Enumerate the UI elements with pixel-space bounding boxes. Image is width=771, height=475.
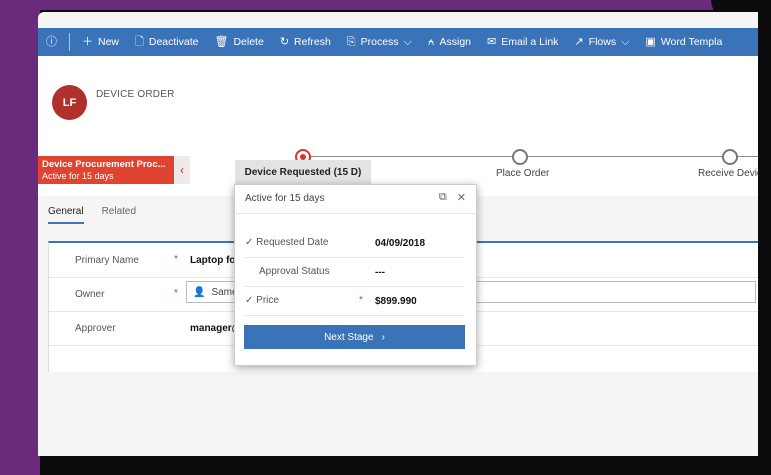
assign-icon: ⍲ bbox=[427, 35, 435, 48]
delete-button[interactable]: 🗑 Delete bbox=[206, 36, 271, 48]
new-label: New bbox=[98, 36, 120, 48]
record-info-icon[interactable]: ⓘ bbox=[38, 36, 65, 48]
record-header: LF DEVICE ORDER bbox=[38, 56, 758, 156]
email-link-button[interactable]: ✉ Email a Link bbox=[479, 36, 566, 48]
word-template-icon: ▣ bbox=[645, 35, 656, 48]
empty-area bbox=[38, 372, 758, 456]
refresh-label: Refresh bbox=[294, 36, 331, 48]
word-template-button[interactable]: ▣ Word Templa bbox=[637, 36, 730, 48]
approval-status-field[interactable]: --- bbox=[375, 267, 385, 278]
price-label: ✓ Price bbox=[245, 295, 279, 306]
stage-indicator-place-order[interactable] bbox=[512, 149, 528, 165]
flyout-status: Active for 15 days bbox=[245, 193, 325, 204]
deactivate-button[interactable]: 🗋 Deactivate bbox=[127, 36, 206, 48]
active-process[interactable]: Device Procurement Proc... Active for 15… bbox=[38, 156, 173, 184]
stage-indicator-receive-device[interactable] bbox=[722, 149, 738, 165]
next-stage-button[interactable]: Next Stage › bbox=[244, 325, 465, 349]
owner-label: Owner bbox=[75, 289, 105, 300]
requested-date-field[interactable]: 04/09/2018 bbox=[375, 238, 425, 249]
avatar: LF bbox=[52, 85, 87, 120]
primary-name-label: Primary Name bbox=[75, 255, 139, 266]
stage-receive-device[interactable]: Receive Devic bbox=[698, 168, 758, 179]
email-link-icon: ✉ bbox=[487, 35, 497, 48]
chevron-down-icon: ⌵ bbox=[621, 35, 630, 48]
process-icon: ⎘ bbox=[346, 35, 356, 48]
flows-button[interactable]: ↗ Flows ⌵ bbox=[566, 36, 637, 48]
word-template-label: Word Templa bbox=[660, 36, 723, 48]
stage-device-requested[interactable]: Device Requested (15 D) bbox=[235, 160, 371, 184]
assign-label: Assign bbox=[439, 36, 472, 48]
approval-status-label: Approval Status bbox=[259, 266, 330, 277]
price-field[interactable]: $899.990 bbox=[375, 296, 417, 307]
email-link-label: Email a Link bbox=[501, 36, 559, 48]
next-stage-label: Next Stage bbox=[324, 331, 374, 343]
flows-label: Flows bbox=[588, 36, 617, 48]
active-process-status: Active for 15 days bbox=[42, 171, 114, 181]
primary-name-field[interactable]: Laptop for bbox=[190, 255, 239, 266]
stage-flyout: Active for 15 days ⧉ ✕ ✓ Requested Date … bbox=[234, 184, 477, 366]
requested-date-row: ✓ Requested Date 04/09/2018 bbox=[245, 229, 464, 258]
command-separator bbox=[69, 33, 70, 51]
flows-icon: ↗ bbox=[574, 35, 584, 48]
dock-icon[interactable]: ⧉ bbox=[439, 191, 447, 204]
deactivate-icon: 🗋 bbox=[135, 35, 144, 48]
person-icon: 👤 bbox=[193, 286, 206, 298]
process-button[interactable]: ⎘ Process ⌵ bbox=[339, 36, 420, 48]
refresh-button[interactable]: ↻ Refresh bbox=[272, 36, 339, 48]
chevron-right-icon: › bbox=[381, 331, 385, 343]
process-label: Process bbox=[360, 36, 399, 48]
stage-place-order[interactable]: Place Order bbox=[496, 168, 549, 179]
delete-label: Delete bbox=[233, 36, 264, 48]
plus-icon: ＋ bbox=[82, 35, 93, 48]
record-title: DEVICE ORDER bbox=[96, 89, 175, 100]
form-tabs: General Related bbox=[48, 206, 136, 224]
checkmark-icon: ✓ bbox=[245, 295, 254, 306]
close-icon[interactable]: ✕ bbox=[457, 191, 466, 204]
deactivate-label: Deactivate bbox=[148, 36, 199, 48]
frame-top bbox=[0, 0, 771, 10]
new-button[interactable]: ＋ New bbox=[74, 36, 127, 48]
required-indicator: * bbox=[359, 295, 363, 306]
chevron-left-icon[interactable]: ‹ bbox=[173, 156, 190, 184]
flyout-actions: ⧉ ✕ bbox=[439, 191, 466, 204]
trash-icon: 🗑 bbox=[214, 35, 229, 48]
required-indicator: * bbox=[174, 254, 178, 265]
approver-label: Approver bbox=[75, 323, 116, 334]
app-screen: ⓘ ＋ New 🗋 Deactivate 🗑 Delete ↻ Refresh ⎘ Pro… bbox=[38, 12, 758, 456]
assign-button[interactable]: ⍲ Assign bbox=[420, 36, 479, 48]
refresh-icon: ↻ bbox=[279, 35, 290, 48]
chevron-down-icon: ⌵ bbox=[403, 35, 412, 48]
tab-general[interactable]: General bbox=[48, 206, 84, 224]
price-row: ✓ Price * $899.990 bbox=[245, 287, 464, 316]
active-process-name: Device Procurement Proc... bbox=[42, 159, 166, 170]
flyout-divider bbox=[235, 213, 476, 214]
frame-left bbox=[0, 0, 40, 475]
checkmark-icon: ✓ bbox=[245, 237, 254, 248]
requested-date-label: ✓ Requested Date bbox=[245, 237, 329, 248]
approval-status-row: Approval Status --- bbox=[245, 258, 464, 287]
tab-related[interactable]: Related bbox=[102, 206, 136, 224]
required-indicator: * bbox=[174, 288, 178, 299]
stage-connector-line bbox=[303, 156, 758, 157]
command-bar: ⓘ ＋ New 🗋 Deactivate 🗑 Delete ↻ Refresh ⎘ Pro… bbox=[38, 28, 758, 56]
